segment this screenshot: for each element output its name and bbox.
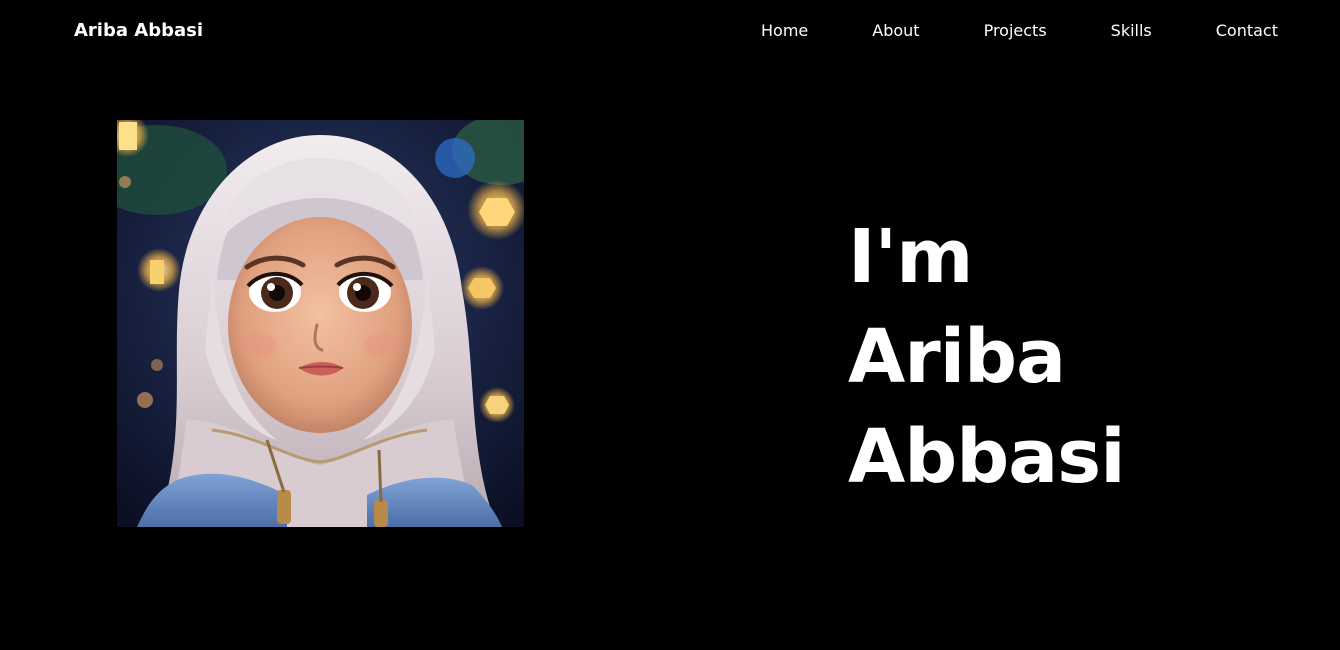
portfolio-page: Ariba Abbasi Home About Projects Skills …	[0, 0, 1340, 650]
profile-portrait-image	[117, 120, 524, 527]
brand-logo-text[interactable]: Ariba Abbasi	[74, 19, 203, 43]
nav-link-home[interactable]: Home	[761, 20, 808, 42]
avatar-illustration-icon	[117, 120, 524, 527]
nav-link-about[interactable]: About	[872, 20, 919, 42]
nav-link-projects[interactable]: Projects	[984, 20, 1047, 42]
top-navbar: Ariba Abbasi Home About Projects Skills …	[0, 0, 1340, 62]
hero-heading: I'm Ariba Abbasi	[848, 207, 1126, 507]
hero-heading-line-2: Ariba	[848, 314, 1066, 400]
nav-menu: Home About Projects Skills Contact	[761, 20, 1278, 42]
hero-heading-line-3: Abbasi	[848, 414, 1126, 500]
nav-link-skills[interactable]: Skills	[1111, 20, 1152, 42]
nav-link-contact[interactable]: Contact	[1216, 20, 1278, 42]
hero-heading-line-1: I'm	[848, 214, 973, 300]
